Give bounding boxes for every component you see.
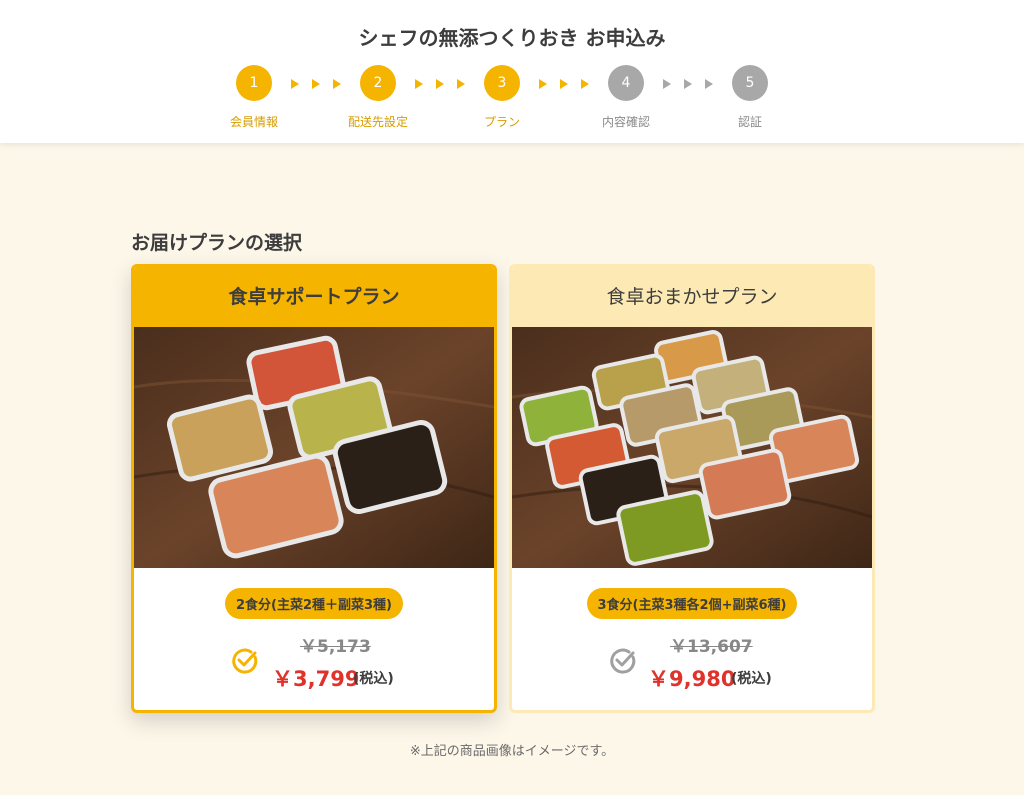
check-circle-icon — [610, 648, 636, 674]
plan-card-support[interactable]: 食卓サポートプラン 2食分(主菜2種＋副菜3種) ￥5,173 ￥3,799 ( — [131, 264, 497, 713]
plan-details: 2食分(主菜2種＋副菜3種) ￥5,173 ￥3,799 (税込) — [134, 568, 494, 710]
step-5-label: 認証 — [737, 115, 762, 129]
progress-header: シェフの無添つくりおき お申込み 1 会員情報 2 配送先設定 3 プラン 4 … — [0, 0, 1024, 143]
step-3-label: プラン — [483, 115, 520, 129]
original-price: ￥13,607 — [670, 637, 753, 657]
tax-label: (税込) — [353, 671, 394, 687]
step-5: 5 認証 — [690, 65, 810, 130]
section-title: お届けプランの選択 — [131, 232, 303, 254]
step-4-circle: 4 — [608, 65, 644, 101]
check-circle-icon — [232, 648, 258, 674]
plan-name: 食卓サポートプラン — [134, 267, 494, 327]
step-1-label: 会員情報 — [229, 115, 278, 129]
step-1: 1 会員情報 — [194, 65, 314, 130]
tax-label: (税込) — [731, 671, 772, 687]
page-title: シェフの無添つくりおき お申込み — [358, 26, 666, 50]
step-2: 2 配送先設定 — [318, 65, 438, 130]
step-3-circle: 3 — [484, 65, 520, 101]
portion-badge: 3食分(主菜3種各2個+副菜6種) — [586, 588, 798, 619]
step-4: 4 内容確認 — [566, 65, 686, 130]
sale-price: ￥3,799 — [272, 667, 360, 691]
sale-price: ￥9,980 — [648, 667, 736, 691]
original-price: ￥5,173 — [300, 637, 371, 657]
image-disclaimer: ※上記の商品画像はイメージです。 — [409, 744, 615, 759]
step-1-circle: 1 — [236, 65, 272, 101]
step-5-circle: 5 — [732, 65, 768, 101]
step-2-label: 配送先設定 — [347, 115, 408, 129]
meal-containers-photo-icon — [134, 327, 494, 568]
plan-card-omakase[interactable]: 食卓おまかせプラン 3食分(主菜3種各2個+副菜6種) ￥13,607 ￥9,9… — [509, 264, 875, 713]
portion-badge: 2食分(主菜2種＋副菜3種) — [224, 588, 404, 619]
plan-details: 3食分(主菜3種各2個+副菜6種) ￥13,607 ￥9,980 (税込) — [512, 568, 872, 710]
step-3: 3 プラン — [442, 65, 562, 130]
meal-containers-photo-icon — [512, 327, 872, 568]
step-4-label: 内容確認 — [601, 115, 650, 129]
plan-name: 食卓おまかせプラン — [512, 267, 872, 327]
step-2-circle: 2 — [360, 65, 396, 101]
